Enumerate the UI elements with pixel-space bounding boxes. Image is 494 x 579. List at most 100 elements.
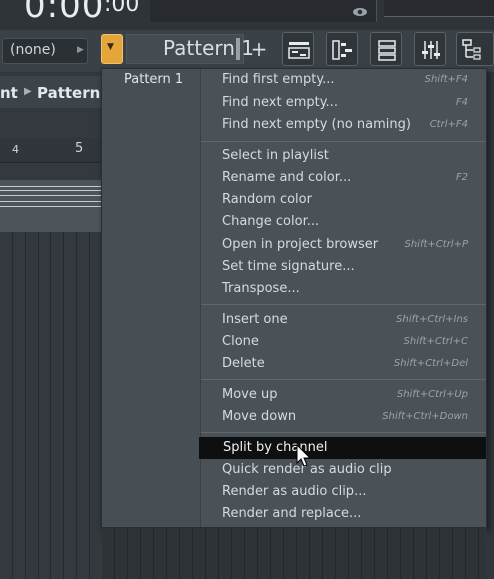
- grid-line: [153, 528, 154, 579]
- ruler-bar-label: 4: [12, 143, 19, 156]
- menu-item-label: Move up: [222, 387, 278, 402]
- grid-line: [179, 528, 180, 579]
- menu-separator: [201, 379, 486, 380]
- cpu-monitor: [384, 0, 494, 17]
- eye-icon[interactable]: [352, 6, 368, 18]
- menu-item-move-up[interactable]: Move up Shift+Ctrl+Up: [201, 384, 486, 406]
- menu-item-clone[interactable]: Clone Shift+Ctrl+C: [201, 331, 486, 353]
- menu-item-label: Set time signature...: [222, 259, 355, 274]
- menu-item-move-down[interactable]: Move down Shift+Ctrl+Down: [201, 406, 486, 428]
- mixer-button[interactable]: [414, 32, 446, 66]
- grid-line: [400, 528, 401, 579]
- menu-item-shortcut: F2: [455, 172, 468, 183]
- playlist-button[interactable]: [282, 32, 314, 66]
- menu-item-find-next-empty-no-naming[interactable]: Find next empty (no naming) Ctrl+F4: [201, 114, 486, 136]
- pattern-name: Pattern 1: [163, 36, 255, 60]
- breadcrumb-current[interactable]: Pattern: [37, 84, 100, 102]
- menu-item-shortcut: Shift+Ctrl+Up: [396, 389, 468, 400]
- grid-line: [361, 528, 362, 579]
- menu-item-quick-render-as-audio-clip[interactable]: Quick render as audio clip: [201, 459, 486, 481]
- menu-item-shortcut: Shift+Ctrl+Ins: [396, 314, 468, 325]
- grid-line: [192, 528, 193, 579]
- menu-item-label: Change color...: [222, 214, 320, 229]
- menu-item-label: Select in playlist: [222, 148, 329, 163]
- menu-item-label: Render and replace...: [222, 506, 362, 521]
- grid-line: [231, 528, 232, 579]
- grid-line: [25, 232, 26, 579]
- breadcrumb-separator-icon: ▶: [24, 86, 32, 97]
- grid-line: [426, 528, 427, 579]
- grid-line: [452, 528, 453, 579]
- grid-line: [76, 232, 77, 579]
- browser-tree-icon: [462, 39, 481, 60]
- add-pattern-button[interactable]: +: [248, 36, 270, 62]
- playlist-edge: [487, 72, 494, 579]
- menu-item-find-next-empty[interactable]: Find next empty... F4: [201, 92, 486, 114]
- menu-item-delete[interactable]: Delete Shift+Ctrl+Del: [201, 353, 486, 375]
- grid-line: [439, 528, 440, 579]
- menu-separator: [201, 141, 486, 142]
- grid-line: [257, 528, 258, 579]
- playlist-icon: [288, 42, 310, 59]
- channel-select-value: (none): [10, 42, 56, 58]
- menu-item-transpose[interactable]: Transpose...: [201, 278, 486, 300]
- menu-item-label: Delete: [222, 356, 265, 371]
- grid-line: [127, 528, 128, 579]
- pattern-list-column: [102, 69, 201, 527]
- menu-item-label: Find next empty...: [222, 95, 338, 110]
- menu-item-label: Rename and color...: [222, 170, 352, 185]
- grid-line: [244, 528, 245, 579]
- grid-line: [309, 528, 310, 579]
- grid-line: [322, 528, 323, 579]
- menu-item-rename-and-color[interactable]: Rename and color... F2: [201, 167, 486, 189]
- menu-item-random-color[interactable]: Random color: [201, 189, 486, 211]
- menu-item-select-in-playlist[interactable]: Select in playlist: [201, 145, 486, 167]
- menu-item-render-and-replace[interactable]: Render and replace...: [201, 503, 486, 525]
- menu-separator: [201, 432, 486, 433]
- menu-item-shortcut: Shift+Ctrl+P: [404, 239, 469, 250]
- menu-item-label: Clone: [222, 334, 259, 349]
- menu-item-shortcut: Ctrl+F4: [429, 119, 468, 130]
- menu-item-shortcut: F4: [455, 97, 468, 108]
- piano-roll-button[interactable]: [326, 32, 358, 66]
- hint-bar: [150, 0, 377, 22]
- grid-line: [270, 528, 271, 579]
- menu-item-find-first-empty[interactable]: Find first empty... Shift+F4: [201, 69, 486, 91]
- breadcrumb-segment[interactable]: nt: [0, 84, 18, 102]
- mouse-pointer-icon: [296, 444, 312, 467]
- channel-rack-icon: [378, 40, 396, 61]
- menu-item-set-time-signature[interactable]: Set time signature...: [201, 256, 486, 278]
- mixer-icon: [422, 41, 440, 59]
- grid-line: [478, 528, 479, 579]
- grid-line: [413, 528, 414, 579]
- ruler-bar-label: 5: [75, 141, 84, 156]
- grid-line: [50, 232, 51, 579]
- menu-item-shortcut: Shift+Ctrl+C: [403, 336, 468, 347]
- menu-item-render-as-audio-clip[interactable]: Render as audio clip...: [201, 481, 486, 503]
- pattern-clip[interactable]: [0, 180, 102, 232]
- pattern-list-item[interactable]: Pattern 1: [124, 72, 183, 87]
- channel-rack-button[interactable]: [370, 32, 402, 66]
- grid-line: [140, 528, 141, 579]
- menu-item-label: Find first empty...: [222, 72, 335, 87]
- browser-button[interactable]: [456, 32, 494, 66]
- menu-item-label: Open in project browser: [222, 237, 379, 252]
- grid-line: [166, 528, 167, 579]
- grid-line: [114, 528, 115, 579]
- menu-item-label: Random color: [222, 192, 312, 207]
- menu-item-insert-one[interactable]: Insert one Shift+Ctrl+Ins: [201, 309, 486, 331]
- menu-item-open-in-project-browser[interactable]: Open in project browser Shift+Ctrl+P: [201, 234, 486, 256]
- grid-line: [387, 528, 388, 579]
- pattern-scroll-handle[interactable]: [236, 38, 240, 60]
- menu-item-change-color[interactable]: Change color...: [201, 211, 486, 233]
- song-time-fraction: :00: [104, 0, 140, 17]
- grid-line: [335, 528, 336, 579]
- menu-item-shortcut: Shift+Ctrl+Del: [393, 358, 468, 369]
- playlist-grid: [102, 528, 487, 579]
- menu-item-split-by-channel[interactable]: Split by channel: [199, 437, 486, 459]
- chevron-down-icon: ▼: [107, 42, 114, 52]
- menu-item-label: Transpose...: [222, 281, 300, 296]
- grid-line: [63, 232, 64, 579]
- grid-line: [374, 528, 375, 579]
- menu-item-label: Move down: [222, 409, 297, 424]
